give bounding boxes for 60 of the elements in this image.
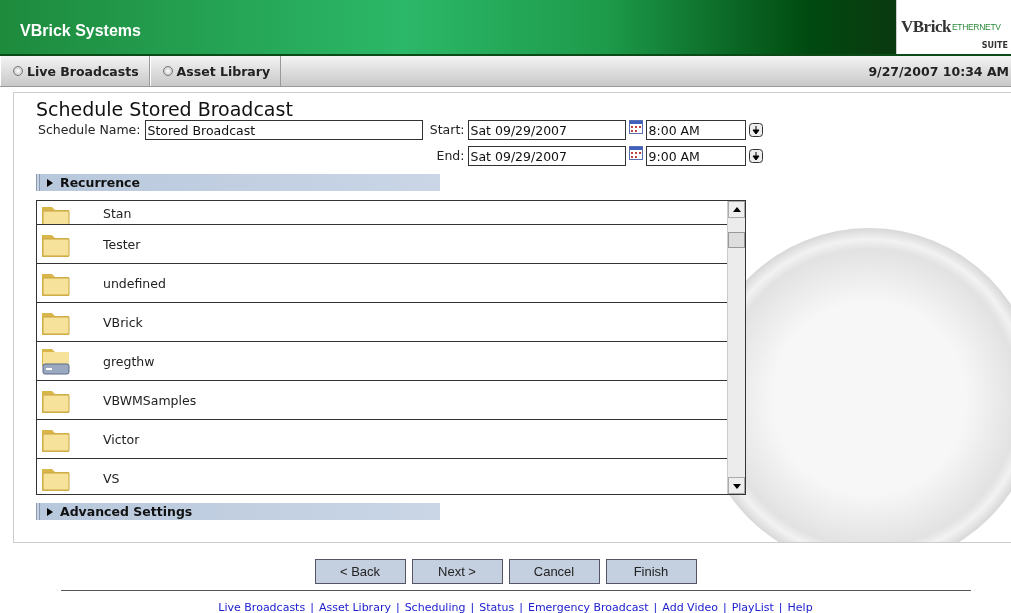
- folder-name: gregthw: [103, 353, 155, 369]
- folder-name: Stan: [103, 206, 132, 221]
- section-header[interactable]: Recurrence: [36, 174, 440, 191]
- date-field[interactable]: Sat 09/29/2007: [467, 146, 626, 166]
- nav-tab[interactable]: Live Broadcasts: [0, 56, 150, 86]
- field-label: Schedule Name:: [38, 121, 141, 139]
- folder-row[interactable]: VS: [37, 459, 727, 494]
- scrollbar[interactable]: [727, 201, 745, 494]
- scroll-up-arrow-icon[interactable]: [732, 205, 741, 214]
- footer-link[interactable]: Asset Library: [318, 601, 391, 613]
- scrollbar-thumb[interactable]: [728, 232, 745, 248]
- footer-link[interactable]: Status: [479, 601, 515, 613]
- folder-row[interactable]: Tester: [37, 225, 727, 264]
- footer-link[interactable]: Help: [787, 601, 813, 613]
- field-label: End:: [435, 147, 465, 165]
- wizard-button[interactable]: Finish: [605, 559, 697, 584]
- link-separator: |: [310, 601, 314, 613]
- wizard-button[interactable]: < Back: [314, 559, 406, 584]
- folder-row[interactable]: gregthw: [37, 342, 727, 381]
- folder-name: Victor: [103, 431, 140, 447]
- footer-link[interactable]: Live Broadcasts: [218, 601, 306, 613]
- link-separator: |: [519, 601, 523, 613]
- footer-link[interactable]: Emergency Broadcast: [527, 601, 649, 613]
- expand-arrow-icon: [46, 507, 54, 516]
- calendar-icon[interactable]: [628, 146, 643, 160]
- folder-name: undefined: [103, 275, 166, 291]
- link-separator: |: [395, 601, 400, 613]
- folder-row[interactable]: Victor: [37, 420, 727, 459]
- calendar-icon[interactable]: [628, 120, 643, 134]
- expand-arrow-icon: [46, 178, 54, 187]
- section-header[interactable]: Advanced Settings: [36, 503, 440, 520]
- schedule-name-field[interactable]: Stored Broadcast: [144, 120, 423, 140]
- link-separator: |: [722, 601, 727, 613]
- footer-link[interactable]: PlayList: [731, 601, 774, 613]
- app-title: VBrick Systems: [20, 22, 141, 40]
- link-separator: |: [653, 601, 658, 613]
- folder-row[interactable]: VBWMSamples: [37, 381, 727, 420]
- network-folder-icon: [41, 347, 71, 375]
- footer-link[interactable]: Add Video: [662, 601, 718, 613]
- wizard-button[interactable]: Next >: [411, 559, 503, 584]
- folder-row[interactable]: VBrick: [37, 303, 727, 342]
- wizard-button[interactable]: Cancel: [508, 559, 600, 584]
- date-field[interactable]: Sat 09/29/2007: [467, 120, 626, 140]
- folder-name: VBrick: [103, 314, 143, 330]
- folder-name: VBWMSamples: [103, 392, 197, 408]
- scroll-down-arrow-icon[interactable]: [732, 481, 741, 490]
- nav-tab[interactable]: Asset Library: [149, 56, 282, 86]
- folder-name: VS: [103, 470, 120, 486]
- folder-row[interactable]: undefined: [37, 264, 727, 303]
- folder-row[interactable]: Stan: [37, 201, 727, 225]
- link-separator: |: [470, 601, 475, 613]
- date-time: 9/27/2007 10:34 AM: [868, 63, 1010, 79]
- time-field[interactable]: 8:00 AM: [645, 120, 746, 140]
- logo: VBrickETHERNETV SUITE: [896, 0, 1011, 54]
- folder-name: Tester: [103, 236, 141, 252]
- page-title: Schedule Stored Broadcast: [36, 98, 294, 120]
- time-field[interactable]: 9:00 AM: [645, 146, 746, 166]
- link-separator: |: [778, 601, 783, 613]
- field-label: Start:: [428, 121, 465, 139]
- footer-link[interactable]: Scheduling: [404, 601, 466, 613]
